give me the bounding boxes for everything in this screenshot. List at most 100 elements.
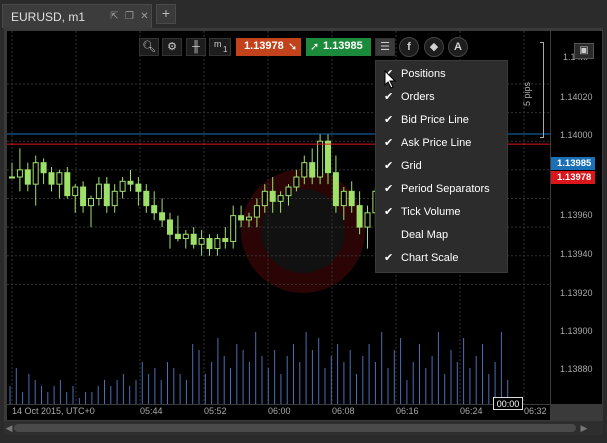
candle-body [72,186,79,197]
time-label: 06:16 [396,406,419,416]
restore-icon[interactable]: ❐ [124,11,135,22]
candle-body [95,183,102,199]
candle-body [277,195,284,202]
candle-body [253,205,260,218]
ask-price-tag: 1.13985 [551,157,595,170]
candle-body [269,190,276,202]
candle-body [32,162,39,185]
tab-eurusd[interactable]: EURUSD, m1 ⇱ ❐ ✕ [2,4,152,28]
candle-body [301,162,308,178]
price-label: 1.13920 [560,288,593,298]
menu-item-label: Chart Scale [401,252,459,264]
candle-body [214,238,221,250]
close-icon[interactable]: ✕ [139,11,150,22]
share-icon[interactable]: ◆ [424,37,444,57]
candle-body [246,216,252,221]
candle-body [119,180,126,192]
menu-item-label: Orders [401,91,435,103]
candle-body [143,190,150,207]
candle-body [230,215,237,242]
check-icon: ✔ [384,91,394,103]
popout-icon[interactable]: ⇱ [109,11,120,22]
candle-body [348,190,355,207]
candle-body [261,190,268,207]
candle-body [325,140,331,174]
candle-body [238,215,245,221]
menu-item-label: Ask Price Line [401,137,472,149]
price-label: 1.14000 [560,130,593,140]
check-icon: ✔ [384,160,394,172]
menu-item-tick-volume[interactable]: ✔ Tick Volume [376,201,507,224]
candle-body [356,205,363,228]
chart-settings-icon[interactable]: ⚙ [162,38,182,56]
candle-body [340,190,347,207]
menu-item-deal-map[interactable]: Deal Map [376,224,507,247]
candle-body [48,172,55,185]
candle-body [16,169,23,178]
menu-item-label: Bid Price Line [401,114,469,126]
candle-body [364,212,371,228]
sell-button[interactable]: 1.13978 ➘ [236,38,301,56]
time-label: 06:32 [524,406,547,416]
candle-body [198,238,205,245]
timeframe-label: m [214,39,222,49]
candle-body [103,183,110,207]
time-cursor-label: 00:00 [493,397,523,410]
price-label: 1.13900 [560,326,593,336]
candle-body [222,238,229,242]
candle-body [293,176,300,188]
candle-body [24,169,31,185]
menu-item-label: Deal Map [401,229,449,241]
price-label: 1.13960 [560,210,593,220]
cbot-icon[interactable]: A [448,37,468,57]
mouse-cursor-icon [384,70,397,89]
candle-body [182,233,189,240]
timeframe-sub: 1 [223,45,228,54]
new-tab-button[interactable]: + [156,4,176,24]
scroll-right-icon[interactable]: ▶ [579,422,589,434]
menu-item-bid-price-line[interactable]: ✔ Bid Price Line [376,109,507,132]
buy-price: 1.13985 [323,40,363,52]
time-label-date: 14 Oct 2015, UTC+0 [12,406,95,416]
scroll-left-icon[interactable]: ◀ [4,422,14,434]
menu-item-grid[interactable]: ✔ Grid [376,155,507,178]
candle-body [135,183,142,192]
camera-icon[interactable]: ▣ [574,43,594,59]
chart-options-menu: ✔ Positions ✔ Orders ✔ Bid Price Line ✔ … [375,60,508,273]
zoom-icon[interactable]: 🔍︎ [139,38,159,56]
price-label: 1.13940 [560,249,593,259]
sell-price: 1.13978 [244,40,284,52]
bid-price-tag: 1.13978 [551,171,595,184]
candle-body [40,162,47,174]
menu-item-period-separators[interactable]: ✔ Period Separators [376,178,507,201]
candle-body [285,186,292,197]
chart-options-icon[interactable]: ☰ [375,38,395,56]
time-label: 06:00 [268,406,291,416]
candle-body [317,140,324,178]
candle-body [80,186,87,207]
menu-item-chart-scale[interactable]: ✔ Chart Scale [376,247,507,270]
chart-type-icon[interactable]: ╫ [186,38,206,56]
check-icon: ✔ [384,183,394,195]
scrollbar-thumb[interactable] [14,424,576,432]
tab-title: EURUSD, m1 [11,10,86,24]
check-icon: ✔ [384,206,394,218]
candle-body [64,172,71,197]
sell-arrow-icon: ➘ [288,41,298,53]
candle-body [88,197,94,207]
time-label: 06:08 [332,406,355,416]
candle-body [167,219,173,235]
candle-body [174,233,181,240]
candle-body [9,176,15,179]
menu-item-label: Grid [401,160,422,172]
check-icon: ✔ [384,252,394,264]
candle-body [56,172,63,185]
facebook-icon[interactable]: f [399,37,419,57]
menu-item-ask-price-line[interactable]: ✔ Ask Price Line [376,132,507,155]
check-icon: ✔ [384,137,394,149]
price-label: 1.13880 [560,364,593,374]
buy-button[interactable]: ➚ 1.13985 [306,38,371,56]
timeframe-button[interactable]: m 1 [209,38,231,56]
price-label: 1.14020 [560,92,593,102]
time-label: 06:24 [460,406,483,416]
